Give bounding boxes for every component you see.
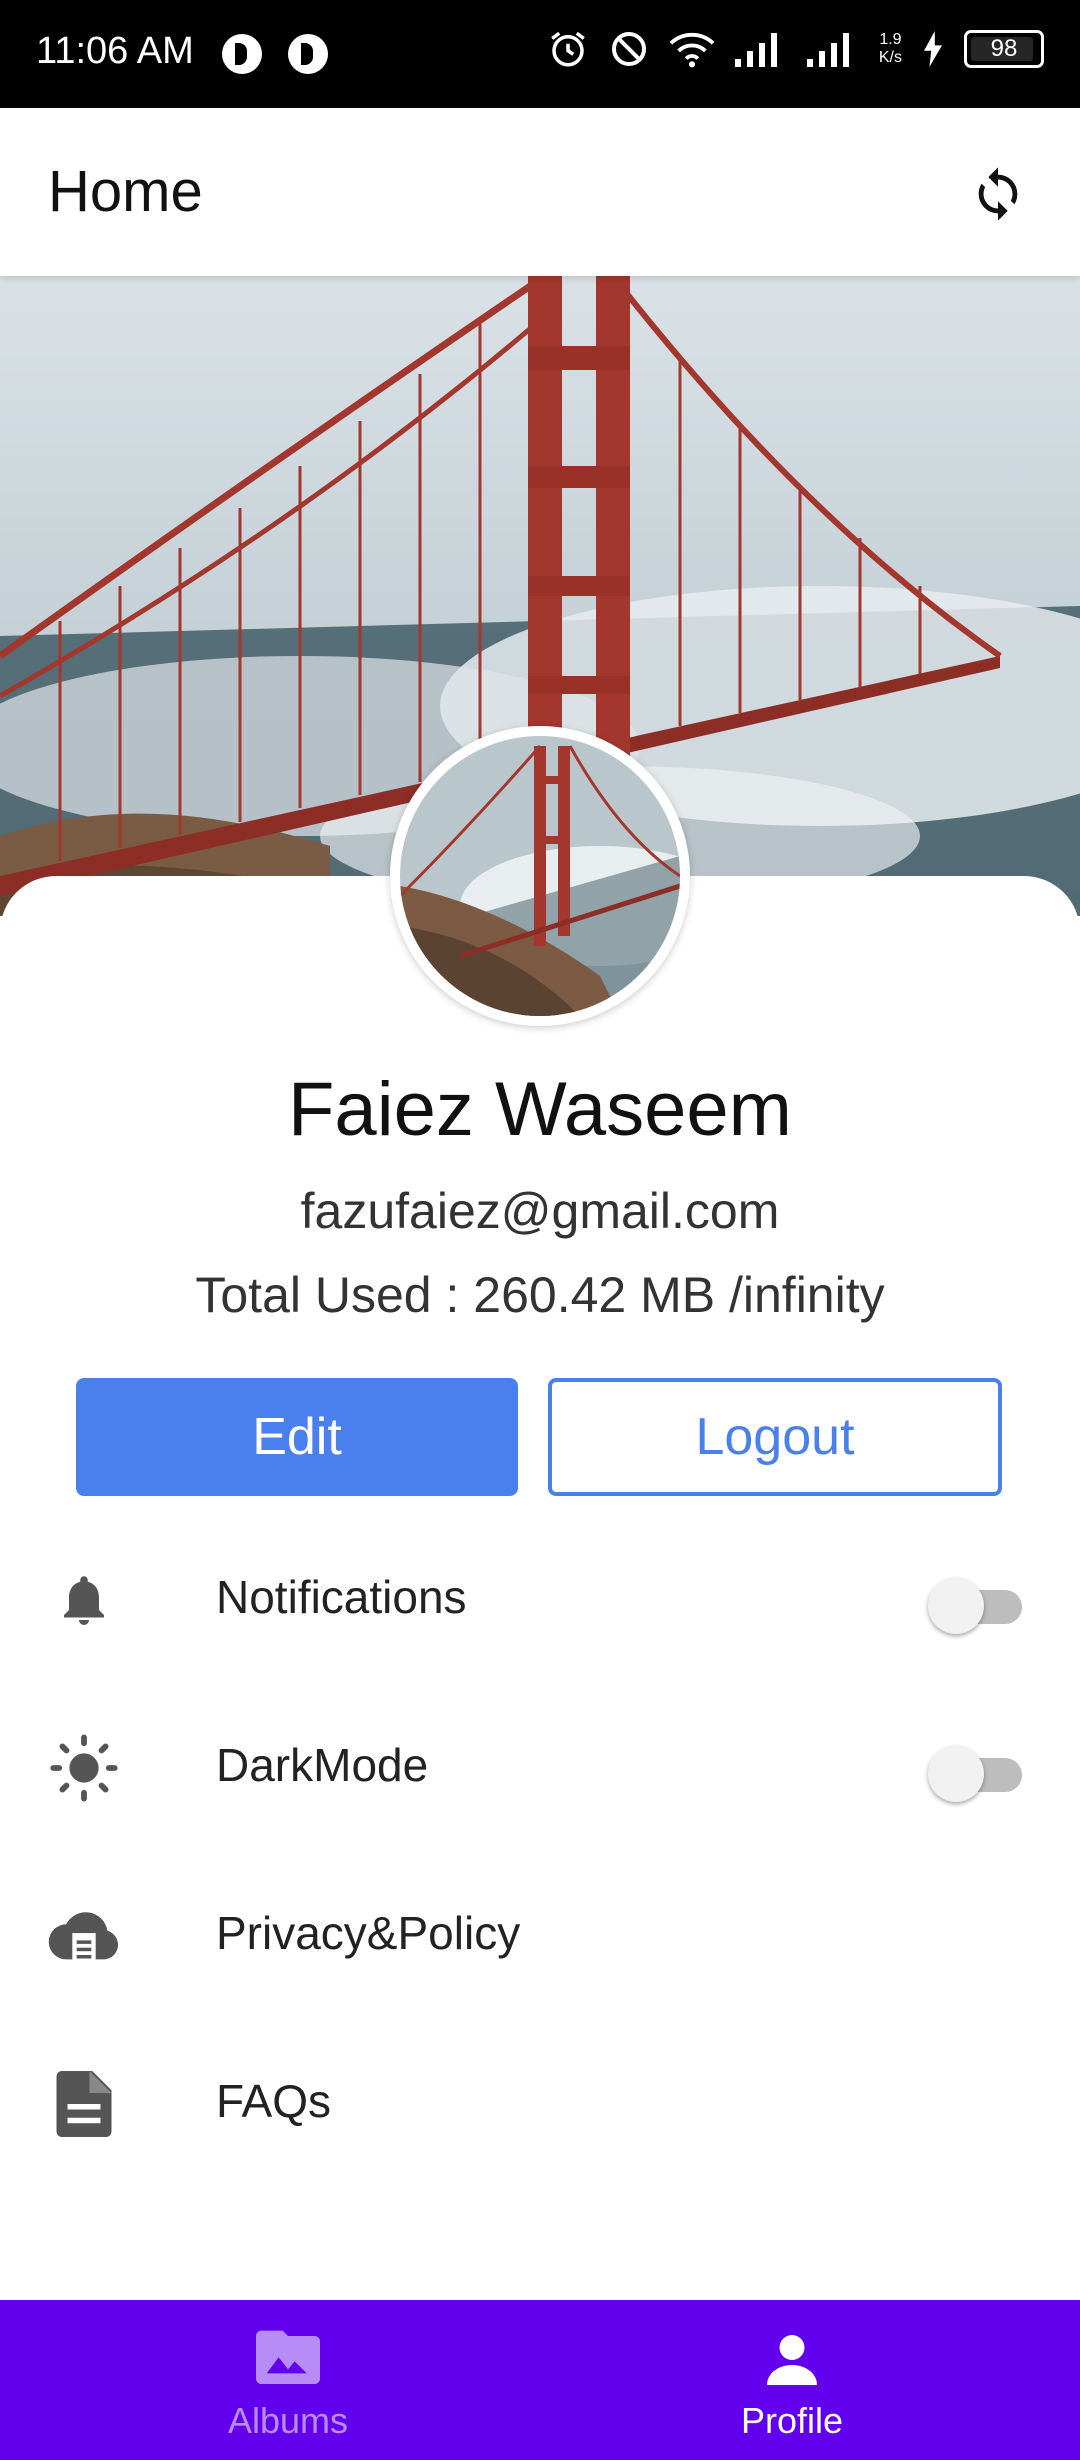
darkmode-toggle[interactable] <box>928 1742 1024 1802</box>
profile-name: Faiez Waseem <box>288 1067 792 1152</box>
settings-label: DarkMode <box>216 1739 429 1791</box>
storage-usage: Total Used : 260.42 MB /infinity <box>195 1267 885 1323</box>
brightness-icon <box>46 1730 122 1806</box>
alarm-icon <box>547 28 589 70</box>
battery-indicator: 98 <box>964 30 1044 68</box>
battery-level: 98 <box>990 35 1018 62</box>
avatar[interactable] <box>390 726 690 1026</box>
person-icon <box>767 2335 817 2385</box>
bottom-navigation: Albums Profile <box>0 2300 1080 2460</box>
charging-icon <box>922 31 944 67</box>
network-speed: 1.9 K/s <box>879 31 902 67</box>
nav-label: Profile <box>740 2400 844 2441</box>
settings-row-notifications[interactable]: Notifications <box>0 1522 1080 1672</box>
signal-icon <box>806 31 859 67</box>
refresh-icon <box>978 167 1018 221</box>
photo-album-icon <box>256 2330 320 2384</box>
page-title: Home <box>48 159 203 224</box>
cloud-document-icon <box>46 1898 122 1974</box>
settings-label: Privacy&Policy <box>216 1907 521 1959</box>
nav-label: Albums <box>227 2400 349 2441</box>
nav-tab-albums[interactable]: Albums <box>18 2300 558 2460</box>
settings-row-darkmode[interactable]: DarkMode <box>0 1690 1080 1840</box>
app-bar: Home <box>0 108 1080 276</box>
avatar-image <box>400 736 680 1016</box>
document-icon <box>46 2066 122 2142</box>
wifi-icon <box>669 29 715 69</box>
settings-label: FAQs <box>216 2075 332 2127</box>
edit-button[interactable]: Edit <box>76 1378 518 1496</box>
network-speed-value: 1.9 <box>879 31 902 48</box>
do-not-disturb-icon <box>609 29 649 69</box>
settings-row-faqs[interactable]: FAQs <box>0 2026 1080 2176</box>
nav-tab-profile[interactable]: Profile <box>522 2300 1062 2460</box>
app-notification-icon <box>222 34 262 74</box>
app-notification-icon <box>288 34 328 74</box>
settings-row-privacy-policy[interactable]: Privacy&Policy <box>0 1858 1080 2008</box>
status-bar: 11:06 AM 1.9 K/s 98 <box>0 0 1080 108</box>
logout-button[interactable]: Logout <box>548 1378 1002 1496</box>
bell-icon <box>46 1562 122 1638</box>
profile-email: fazufaiez@gmail.com <box>300 1183 780 1239</box>
status-time: 11:06 AM <box>36 30 194 72</box>
settings-label: Notifications <box>216 1571 467 1623</box>
notifications-toggle[interactable] <box>928 1574 1024 1634</box>
refresh-button[interactable] <box>958 154 1038 234</box>
network-speed-unit: K/s <box>878 49 902 66</box>
signal-icon <box>734 31 787 67</box>
